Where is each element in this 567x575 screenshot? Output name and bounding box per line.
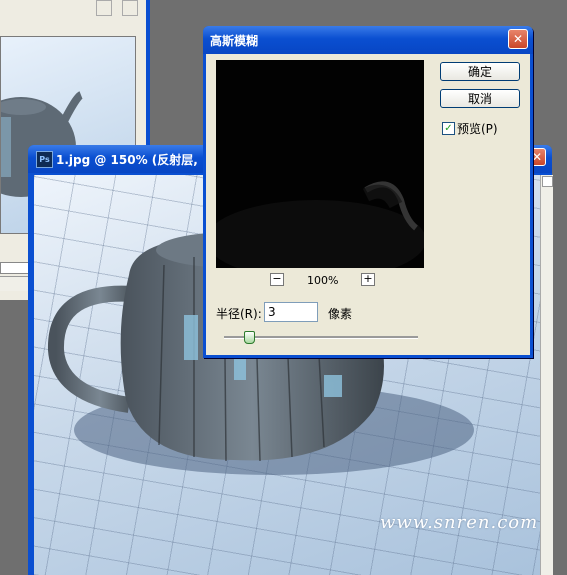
radius-slider-thumb[interactable] bbox=[243, 331, 255, 344]
dialog-titlebar[interactable]: 高斯模糊 ✕ bbox=[203, 26, 533, 54]
preview-checkbox-label: 预览(P) bbox=[457, 122, 498, 136]
dialog-title: 高斯模糊 bbox=[210, 34, 259, 48]
preview-image bbox=[216, 181, 424, 268]
watermark: www.snren.com bbox=[380, 512, 539, 533]
blur-preview-pane[interactable] bbox=[216, 60, 424, 268]
ok-button[interactable]: 确定 bbox=[440, 62, 520, 81]
radius-label: 半径(R): bbox=[216, 307, 262, 321]
minimize-button[interactable] bbox=[96, 0, 112, 16]
zoom-level: 100% bbox=[307, 274, 339, 287]
zoom-out-button[interactable]: − bbox=[270, 273, 284, 286]
photoshop-app-icon: Ps bbox=[36, 151, 53, 168]
cancel-button[interactable]: 取消 bbox=[440, 89, 520, 108]
radius-unit: 像素 bbox=[328, 307, 353, 321]
dialog-body: 确定 取消 ✓ 预览(P) − 100% + 半径(R): 3 像素 bbox=[206, 54, 530, 355]
vertical-scrollbar[interactable] bbox=[540, 175, 553, 575]
dialog-close-button[interactable]: ✕ bbox=[508, 29, 528, 49]
zoom-in-button[interactable]: + bbox=[361, 273, 375, 286]
scroll-up-icon[interactable] bbox=[542, 176, 553, 187]
radius-input[interactable]: 3 bbox=[264, 302, 318, 322]
preview-checkbox[interactable]: ✓ bbox=[442, 122, 455, 135]
gaussian-blur-dialog: 高斯模糊 ✕ 确定 取消 ✓ 预览(P) − 100% + 半径(R): 3 像… bbox=[203, 26, 533, 358]
maximize-button[interactable] bbox=[122, 0, 138, 16]
status-box bbox=[0, 262, 30, 274]
